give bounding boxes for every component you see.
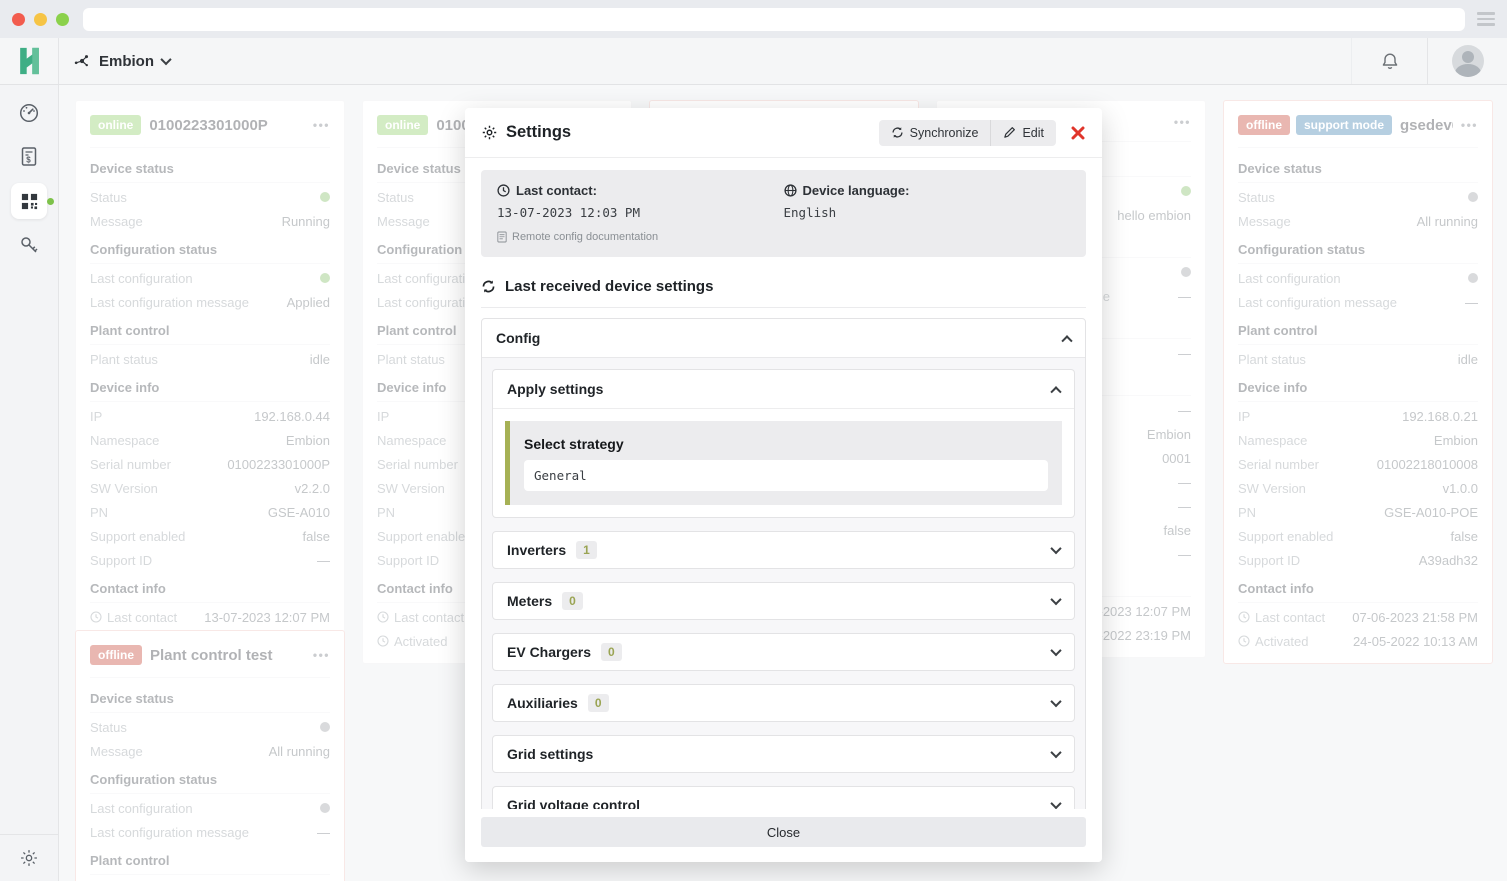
count-badge: 0 bbox=[601, 643, 622, 661]
sidebar: $ bbox=[0, 85, 59, 881]
app-header: Embion bbox=[0, 38, 1507, 85]
settings-accordion: Grid settings bbox=[492, 735, 1075, 773]
accordion-header[interactable]: Inverters 1 bbox=[493, 532, 1074, 568]
brand-h-icon bbox=[17, 47, 42, 75]
strategy-select[interactable]: General bbox=[524, 460, 1048, 491]
select-strategy-label: Select strategy bbox=[524, 436, 1048, 452]
chevron-down-icon bbox=[1050, 798, 1061, 809]
gear-icon bbox=[481, 124, 498, 141]
settings-modal: Settings Synchronize Edit Last contact: bbox=[465, 108, 1102, 862]
modal-actions: Synchronize Edit bbox=[879, 120, 1056, 146]
notifications-button[interactable] bbox=[1351, 38, 1427, 84]
edit-button[interactable]: Edit bbox=[990, 120, 1056, 146]
browser-menu-icon[interactable] bbox=[1477, 12, 1495, 26]
chevron-down-icon bbox=[1050, 696, 1061, 707]
browser-chrome bbox=[0, 0, 1507, 38]
pencil-icon bbox=[1003, 126, 1016, 139]
accordion-header[interactable]: Grid settings bbox=[493, 736, 1074, 772]
clock-icon bbox=[497, 184, 510, 197]
sidebar-item-settings[interactable] bbox=[0, 835, 58, 881]
settings-accordion: Grid voltage control bbox=[492, 786, 1075, 809]
sidebar-item-billing[interactable]: $ bbox=[11, 139, 47, 175]
divider bbox=[481, 307, 1086, 308]
avatar bbox=[1452, 45, 1484, 77]
chevron-down-icon bbox=[1050, 594, 1061, 605]
chevron-down-icon bbox=[1050, 645, 1061, 656]
close-icon bbox=[1070, 125, 1086, 141]
accordion-list: Inverters 1 Meters 0 EV Chargers 0 Auxil… bbox=[492, 531, 1075, 809]
strategy-block: Select strategy General bbox=[505, 421, 1062, 505]
apply-settings-body: Select strategy General bbox=[493, 408, 1074, 517]
gauge-icon bbox=[18, 102, 40, 124]
org-switcher[interactable]: Embion bbox=[59, 52, 170, 70]
modal-title: Settings bbox=[481, 123, 571, 142]
settings-accordion: EV Chargers 0 bbox=[492, 633, 1075, 671]
modal-footer: Close bbox=[465, 809, 1102, 862]
accordion-header[interactable]: Auxiliaries 0 bbox=[493, 685, 1074, 721]
remote-config-doc-link[interactable]: Remote config documentation bbox=[497, 231, 784, 243]
invoice-icon: $ bbox=[19, 146, 39, 168]
network-hub-icon bbox=[73, 52, 91, 70]
config-accordion-body: Apply settings Select strategy General I… bbox=[482, 357, 1085, 809]
count-badge: 0 bbox=[562, 592, 583, 610]
modal-header: Settings Synchronize Edit bbox=[465, 108, 1102, 158]
active-indicator-dot bbox=[47, 198, 54, 205]
document-icon bbox=[497, 231, 507, 243]
user-menu-button[interactable] bbox=[1427, 38, 1507, 84]
chevron-up-icon bbox=[1050, 386, 1061, 397]
count-badge: 1 bbox=[576, 541, 597, 559]
key-icon bbox=[18, 234, 40, 256]
sidebar-item-access-keys[interactable] bbox=[11, 227, 47, 263]
chevron-up-icon bbox=[1061, 335, 1072, 346]
window-controls bbox=[12, 13, 69, 26]
globe-icon bbox=[784, 184, 797, 197]
gear-icon bbox=[19, 848, 39, 868]
sync-icon bbox=[481, 279, 496, 294]
sync-icon bbox=[891, 126, 904, 139]
synchronize-button[interactable]: Synchronize bbox=[879, 120, 991, 146]
count-badge: 0 bbox=[588, 694, 609, 712]
last-received-settings-title: Last received device settings bbox=[481, 278, 1086, 295]
window-close-button[interactable] bbox=[12, 13, 25, 26]
chevron-down-icon bbox=[160, 54, 171, 65]
accordion-header[interactable]: EV Chargers 0 bbox=[493, 634, 1074, 670]
device-language-label: Device language: bbox=[784, 183, 1071, 198]
config-accordion-header[interactable]: Config bbox=[482, 319, 1085, 357]
last-contact-label: Last contact: bbox=[497, 183, 784, 198]
qr-grid-icon bbox=[20, 192, 39, 211]
accordion-header[interactable]: Grid voltage control bbox=[493, 787, 1074, 809]
settings-accordion: Inverters 1 bbox=[492, 531, 1075, 569]
modal-body: Last contact: 13-07-2023 12:03 PM Remote… bbox=[465, 158, 1102, 809]
url-bar[interactable] bbox=[83, 8, 1465, 31]
sidebar-item-dashboard[interactable] bbox=[11, 95, 47, 131]
app-logo[interactable] bbox=[0, 38, 59, 84]
chevron-down-icon bbox=[1050, 747, 1061, 758]
window-minimize-button[interactable] bbox=[34, 13, 47, 26]
apply-settings-header[interactable]: Apply settings bbox=[493, 370, 1074, 408]
svg-text:$: $ bbox=[26, 156, 31, 165]
device-language-value: English bbox=[784, 205, 1071, 220]
org-label: Embion bbox=[99, 53, 154, 70]
device-info-box: Last contact: 13-07-2023 12:03 PM Remote… bbox=[481, 170, 1086, 257]
settings-accordion: Auxiliaries 0 bbox=[492, 684, 1075, 722]
window-zoom-button[interactable] bbox=[56, 13, 69, 26]
settings-accordion: Meters 0 bbox=[492, 582, 1075, 620]
apply-settings-accordion: Apply settings Select strategy General bbox=[492, 369, 1075, 518]
sidebar-item-devices[interactable] bbox=[11, 183, 47, 219]
bell-icon bbox=[1380, 51, 1400, 72]
last-contact-value: 13-07-2023 12:03 PM bbox=[497, 205, 784, 220]
modal-close-button[interactable] bbox=[1070, 125, 1086, 141]
config-accordion: Config Apply settings Select strategy Ge… bbox=[481, 318, 1086, 809]
accordion-header[interactable]: Meters 0 bbox=[493, 583, 1074, 619]
close-button[interactable]: Close bbox=[481, 817, 1086, 847]
chevron-down-icon bbox=[1050, 543, 1061, 554]
